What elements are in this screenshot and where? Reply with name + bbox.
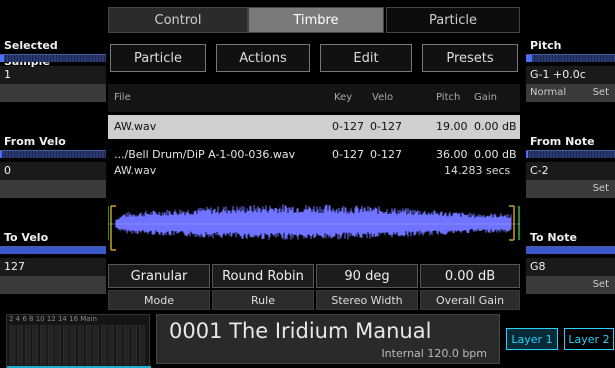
pitch-set-button[interactable]: Set [593,84,615,102]
overall-gain-value[interactable]: 0.00 dB [420,264,520,288]
to-velo-label: To Velo [4,231,49,244]
mode-label: Mode [108,290,210,310]
from-note-set-button[interactable]: Set [526,180,615,198]
rule-value[interactable]: Round Robin [212,264,314,288]
pitch-value[interactable]: G-1 +0.0c [526,66,615,84]
pitch-mode[interactable]: Normal [526,84,566,102]
to-velo-slider[interactable] [0,246,106,254]
to-velo-panel: To Velo 127 [0,230,106,294]
stereo-width-value[interactable]: 90 deg [316,264,418,288]
left-panel: Selected Sample 1 [0,38,106,102]
pitch-label: Pitch [530,39,562,52]
presets-button[interactable]: Presets [422,44,518,72]
to-note-slider[interactable] [526,246,615,254]
row-velo: 0-127 [370,120,402,133]
row-file: AW.wav [114,120,157,133]
selected-sample-label: Selected Sample [4,39,58,68]
table-row[interactable]: AW.wav 0-127 0-127 19.00 0.00 dB [108,115,520,139]
header-pitch: Pitch [436,92,461,103]
to-note-value[interactable]: G8 [526,258,615,276]
preset-name: 0001 The Iridium Manual [169,319,432,343]
mixer-meter[interactable]: 2 4 6 8 10 12 14 16 Main [6,314,151,368]
from-velo-value[interactable]: 0 [0,162,106,180]
header-gain: Gain [474,92,497,103]
from-velo-spacer [0,180,106,198]
row-key: 0-127 [332,120,364,133]
row-gain: 0.00 dB [474,120,517,133]
header-velo: Velo [372,92,394,103]
layer-2-button[interactable]: Layer 2 [564,328,614,350]
to-velo-spacer [0,276,106,294]
to-note-set-button[interactable]: Set [526,276,615,294]
pitch-mode-row: Normal Set [526,84,615,102]
layer-1-button[interactable]: Layer 1 [506,328,558,350]
from-velo-panel: From Velo 0 [0,134,106,198]
waveform-filename: AW.wav [114,164,157,177]
to-velo-value[interactable]: 127 [0,258,106,276]
edit-button[interactable]: Edit [320,44,412,72]
stereo-width-label: Stereo Width [316,290,418,310]
overall-gain-label: Overall Gain [420,290,520,310]
to-note-panel: To Note G8 Set [526,230,615,294]
pitch-slider[interactable] [526,54,615,62]
tempo-status: Internal 120.0 bpm [381,347,487,360]
row-velo: 0-127 [370,148,402,161]
rule-label: Rule [212,290,314,310]
tab-timbre[interactable]: Timbre [248,7,384,33]
pitch-panel: Pitch G-1 +0.0c Normal Set [526,38,615,102]
mixer-scale: 2 4 6 8 10 12 14 16 Main [9,315,97,323]
waveform-display[interactable] [107,180,520,260]
waveform-graph [107,204,520,251]
preset-display[interactable]: 0001 The Iridium Manual Internal 120.0 b… [156,314,500,364]
selected-sample-spacer [0,84,106,102]
selected-sample-slider[interactable] [0,54,106,62]
mixer-bars [7,325,151,368]
from-velo-slider[interactable] [0,150,106,158]
row-key: 0-127 [332,148,364,161]
to-note-label: To Note [530,231,577,244]
tab-particle[interactable]: Particle [386,7,520,33]
file-table-header: File Key Velo Pitch Gain [108,84,520,112]
particle-button[interactable]: Particle [110,44,206,72]
waveform-duration: 14.283 secs [444,164,511,177]
actions-button[interactable]: Actions [216,44,310,72]
header-key: Key [334,92,353,103]
from-note-slider[interactable] [526,150,615,158]
mode-value[interactable]: Granular [108,264,210,288]
header-file: File [114,92,131,103]
tab-control[interactable]: Control [108,7,248,33]
from-note-label: From Note [530,135,595,148]
row-pitch: 19.00 [436,120,468,133]
from-velo-label: From Velo [4,135,66,148]
from-note-value[interactable]: C-2 [526,162,615,180]
from-note-panel: From Note C-2 Set [526,134,615,198]
